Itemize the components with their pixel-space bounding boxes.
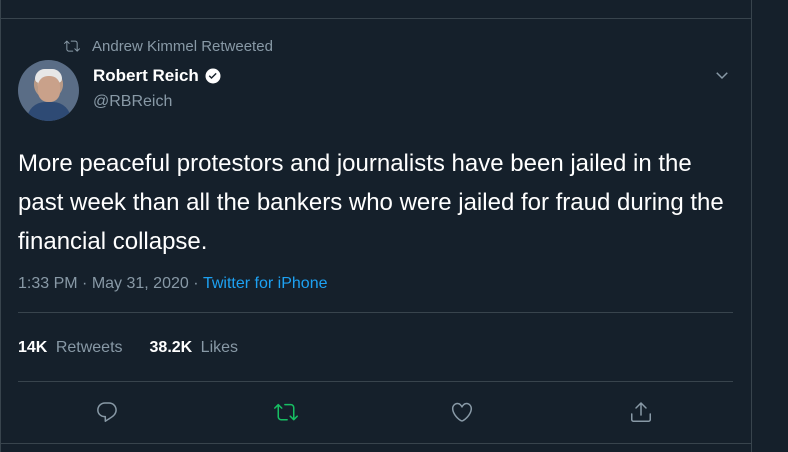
likes-stat[interactable]: 38.2K Likes: [150, 339, 239, 357]
avatar[interactable]: [18, 60, 79, 121]
chevron-down-icon[interactable]: [712, 66, 732, 84]
share-button[interactable]: [627, 398, 655, 426]
share-icon: [631, 402, 651, 422]
divider: [18, 381, 733, 382]
tweet-source-link[interactable]: Twitter for iPhone: [203, 275, 328, 293]
retweets-count: 14K: [18, 339, 48, 356]
verified-badge-icon: [205, 68, 221, 84]
left-border: [0, 0, 1, 452]
avatar-shirt: [27, 102, 71, 121]
author-name-line[interactable]: Robert Reich: [93, 66, 223, 86]
like-icon: [451, 402, 473, 422]
tweet-date[interactable]: May 31, 2020: [92, 275, 189, 293]
divider: [18, 312, 733, 313]
bottom-divider: [0, 443, 752, 444]
tweet-meta: 1:33 PM · May 31, 2020 · Twitter for iPh…: [18, 275, 327, 293]
meta-separator: ·: [77, 275, 92, 292]
tweet-stats: 14K Retweets 38.2K Likes: [18, 339, 238, 357]
top-divider: [0, 18, 752, 19]
reply-button[interactable]: [93, 398, 121, 426]
reply-icon: [97, 402, 117, 422]
right-panel: [752, 0, 788, 452]
likes-count: 38.2K: [149, 339, 193, 356]
action-bar: [0, 398, 752, 426]
author-handle[interactable]: @RBReich: [93, 93, 172, 111]
retweet-icon: [274, 403, 298, 421]
retweet-button[interactable]: [272, 398, 300, 426]
display-name[interactable]: Robert Reich: [93, 66, 199, 86]
retweet-context[interactable]: Andrew Kimmel Retweeted: [64, 37, 273, 55]
avatar-face: [38, 76, 60, 102]
tweet-time[interactable]: 1:33 PM: [18, 275, 78, 293]
retweet-icon: [64, 40, 80, 52]
retweet-label: Andrew Kimmel Retweeted: [92, 37, 273, 55]
meta-separator: ·: [188, 275, 203, 292]
likes-label: Likes: [200, 339, 239, 356]
tweet-text: More peaceful protestors and journalists…: [18, 150, 724, 255]
retweets-label: Retweets: [55, 339, 123, 356]
like-button[interactable]: [448, 398, 476, 426]
retweets-stat[interactable]: 14K Retweets: [18, 339, 123, 357]
